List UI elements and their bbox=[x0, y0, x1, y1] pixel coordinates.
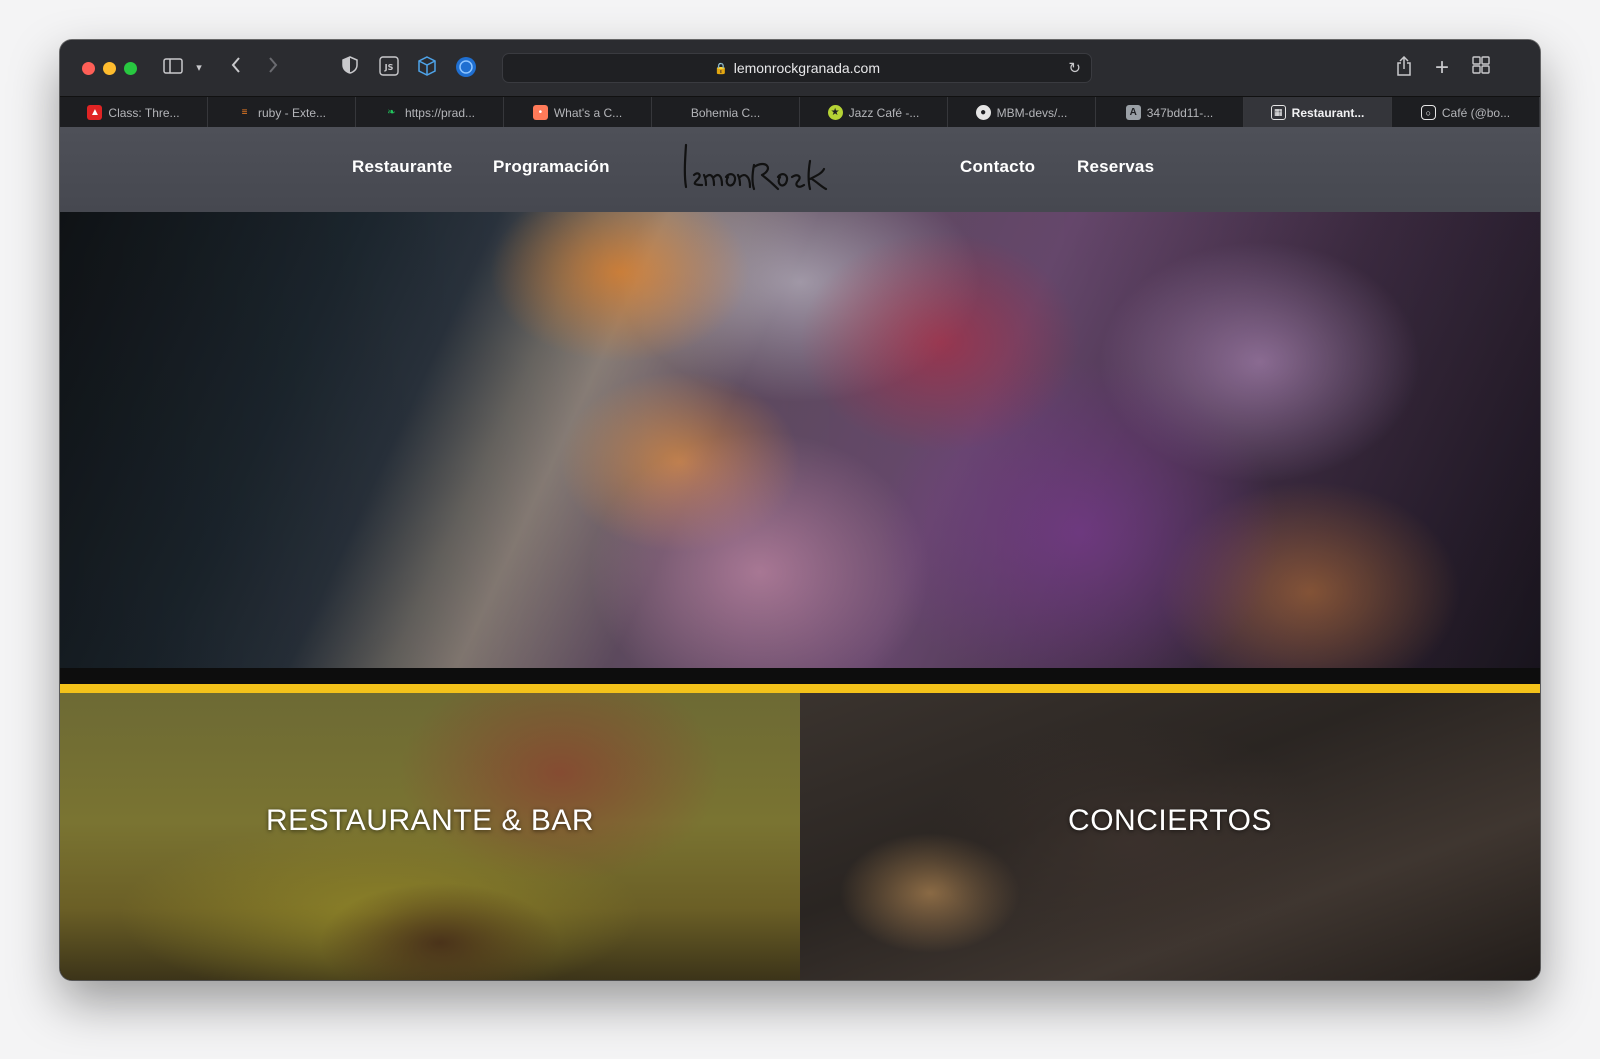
nav-programacion-link[interactable]: Programación bbox=[493, 157, 610, 177]
hero-image bbox=[60, 212, 1540, 668]
js-extension-icon[interactable]: JS bbox=[378, 56, 400, 80]
hubspot-icon: • bbox=[532, 105, 548, 120]
leaf-icon: ❧ bbox=[387, 107, 396, 118]
divider bbox=[60, 668, 1540, 684]
site-header: Restaurante Programación Contacto Reserv… bbox=[60, 127, 1540, 212]
tab-item-active[interactable]: ▦ Restaurant... bbox=[1244, 97, 1392, 128]
tab-item[interactable]: ≡ ruby - Exte... bbox=[208, 97, 356, 128]
letter-a-icon: A bbox=[1125, 105, 1141, 120]
tab-item[interactable]: • What's a C... bbox=[504, 97, 652, 128]
close-window-button[interactable] bbox=[82, 62, 95, 75]
github-icon: ● bbox=[975, 105, 991, 120]
tab-label: Restaurant... bbox=[1291, 105, 1365, 120]
nav-contacto-link[interactable]: Contacto bbox=[960, 157, 1035, 177]
accent-bar bbox=[60, 684, 1540, 693]
tab-item[interactable]: ❧ https://prad... bbox=[356, 97, 504, 128]
lemonrock-logo[interactable] bbox=[680, 135, 890, 201]
stackoverflow-icon: ≡ bbox=[241, 107, 248, 118]
browser-window: ▾ JS 🔒 lemonrockgranada.com ↻ + ▲ Class:… bbox=[60, 40, 1540, 980]
tab-label: Café (@bo... bbox=[1441, 105, 1511, 120]
tab-overview-icon[interactable] bbox=[1470, 56, 1492, 80]
tab-item[interactable]: A 347bdd11-... bbox=[1096, 97, 1244, 128]
page-content: Restaurante Programación Contacto Reserv… bbox=[60, 127, 1540, 980]
privacy-shield-icon[interactable] bbox=[340, 56, 360, 80]
back-icon[interactable] bbox=[226, 56, 246, 80]
conciertos-card[interactable]: CONCIERTOS bbox=[800, 693, 1540, 980]
blue-extension-icon[interactable] bbox=[455, 56, 477, 80]
tab-label: ruby - Exte... bbox=[257, 105, 327, 120]
conciertos-card-title: CONCIERTOS bbox=[1068, 803, 1272, 837]
forward-icon[interactable] bbox=[263, 56, 283, 80]
browser-toolbar: ▾ JS 🔒 lemonrockgranada.com ↻ + bbox=[60, 40, 1540, 96]
chevron-down-icon[interactable]: ▾ bbox=[192, 56, 206, 80]
instagram-icon: ○ bbox=[1420, 105, 1436, 120]
restaurante-card[interactable]: RESTAURANTE & BAR bbox=[60, 693, 800, 980]
new-tab-icon[interactable]: + bbox=[1431, 56, 1453, 80]
share-icon[interactable] bbox=[1393, 55, 1415, 80]
tab-label: Class: Thre... bbox=[108, 105, 180, 120]
tab-item[interactable]: ▲ Class: Thre... bbox=[60, 97, 208, 128]
tab-label: 347bdd11-... bbox=[1146, 105, 1214, 120]
tab-item[interactable]: Bohemia C... bbox=[652, 97, 800, 128]
tab-label: What's a C... bbox=[553, 105, 623, 120]
restaurante-card-title: RESTAURANTE & BAR bbox=[266, 803, 594, 837]
tab-item[interactable]: ★ Jazz Café -... bbox=[800, 97, 948, 128]
tab-label: https://prad... bbox=[404, 105, 476, 120]
sidebar-icon[interactable] bbox=[162, 56, 184, 80]
red-hat-icon: ▲ bbox=[87, 105, 103, 120]
address-bar[interactable]: 🔒 lemonrockgranada.com ↻ bbox=[502, 53, 1092, 83]
tab-label: MBM-devs/... bbox=[996, 105, 1068, 120]
tab-label: Bohemia C... bbox=[690, 105, 761, 120]
svg-text:JS: JS bbox=[384, 63, 394, 72]
nav-restaurante-link[interactable]: Restaurante bbox=[352, 157, 452, 177]
address-text: lemonrockgranada.com bbox=[733, 60, 880, 76]
tab-item[interactable]: ● MBM-devs/... bbox=[948, 97, 1096, 128]
lock-icon: 🔒 bbox=[714, 62, 728, 75]
tab-label: Jazz Café -... bbox=[848, 105, 920, 120]
minimize-window-button[interactable] bbox=[103, 62, 116, 75]
cube-extension-icon[interactable] bbox=[416, 56, 438, 80]
zoom-window-button[interactable] bbox=[124, 62, 137, 75]
tab-item[interactable]: ○ Café (@bo... bbox=[1392, 97, 1540, 128]
nav-reservas-link[interactable]: Reservas bbox=[1077, 157, 1154, 177]
qr-icon: ▦ bbox=[1270, 105, 1286, 120]
reload-icon[interactable]: ↻ bbox=[1068, 59, 1081, 77]
star-badge-icon: ★ bbox=[827, 105, 843, 120]
tab-bar: ▲ Class: Thre... ≡ ruby - Exte... ❧ https:/… bbox=[60, 96, 1540, 128]
